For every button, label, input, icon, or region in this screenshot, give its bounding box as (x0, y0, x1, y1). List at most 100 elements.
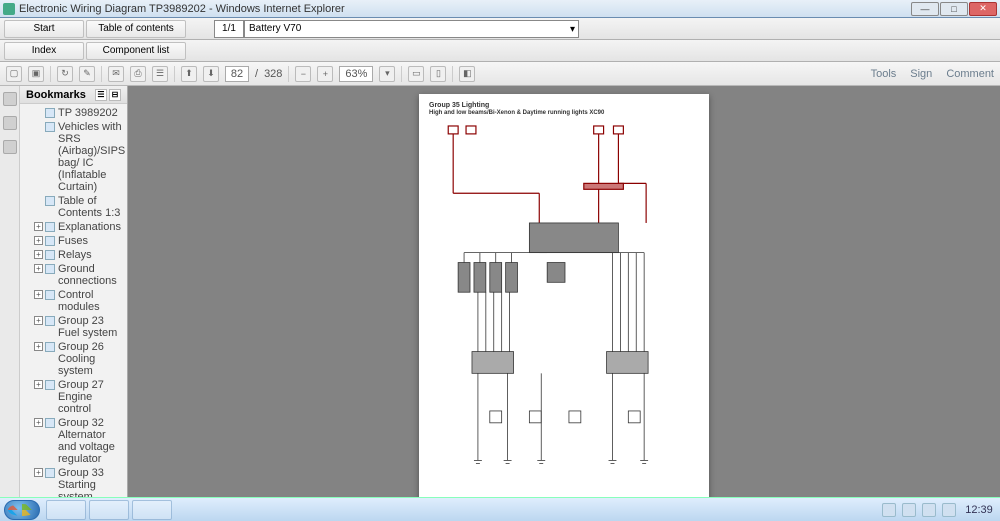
app-menubar-1: Start Table of contents 1/1 Battery V70 (0, 18, 1000, 40)
comment-link[interactable]: Comment (946, 68, 994, 80)
bookmark-item[interactable]: TP 3989202 (20, 106, 127, 120)
windows-taskbar: 12:39 (0, 497, 1000, 521)
bookmark-label: Table of Contents 1:3 (58, 195, 125, 219)
bookmark-icon (45, 122, 55, 132)
create-pdf-icon[interactable]: ✎ (79, 66, 95, 82)
bookmark-label: Vehicles with SRS (Airbag)/SIPS bag/ IC … (58, 121, 125, 193)
bookmark-icon (45, 290, 55, 300)
page-indicator: 1/1 (214, 20, 244, 38)
page-down-icon[interactable]: ⬇ (203, 66, 219, 82)
chevron-down-icon[interactable]: ▾ (379, 66, 395, 82)
bookmark-item[interactable]: +Group 33 Starting system (20, 466, 127, 497)
network-icon[interactable] (922, 503, 936, 517)
bookmark-icon[interactable]: ☰ (152, 66, 168, 82)
bookmark-item[interactable]: +Ground connections (20, 262, 127, 288)
bookmark-icon (45, 236, 55, 246)
expand-icon[interactable]: + (34, 264, 43, 273)
task-tile[interactable] (46, 500, 86, 520)
bookmark-label: Relays (58, 249, 125, 261)
options-icon[interactable]: ☰ (95, 89, 107, 101)
bookmark-label: Group 32 Alternator and voltage regulato… (58, 417, 125, 465)
current-page-input[interactable]: 82 (225, 66, 249, 82)
bookmark-label: Group 27 Engine control (58, 379, 125, 415)
pdf-page: Group 35 Lighting High and low beams/Bi-… (419, 94, 709, 497)
bookmark-item[interactable]: + Explanations (20, 220, 127, 234)
expand-icon[interactable]: + (34, 342, 43, 351)
email-icon[interactable]: ✉ (108, 66, 124, 82)
expand-icon[interactable]: + (34, 222, 43, 231)
index-button[interactable]: Index (4, 42, 84, 60)
zoom-input[interactable]: 63% (339, 66, 373, 82)
app-menubar-2: Index Component list (0, 40, 1000, 62)
expand-icon[interactable]: + (34, 418, 43, 427)
ie-favicon-icon (3, 3, 15, 15)
bookmark-icon (45, 380, 55, 390)
bookmark-icon (45, 250, 55, 260)
close-button[interactable]: ✕ (969, 2, 997, 16)
pdf-toolbar: ▢ ▣ ↻ ✎ ✉ ⎙ ☰ ⬆ ⬇ 82 / 328 − + 63% ▾ ▭ ▯… (0, 62, 1000, 86)
bookmarks-tab-icon[interactable] (3, 116, 17, 130)
zoom-out-icon[interactable]: − (295, 66, 311, 82)
bookmark-item[interactable]: + Control modules (20, 288, 127, 314)
bookmark-item[interactable]: + Relays (20, 248, 127, 262)
bookmark-label: Group 26 Cooling system (58, 341, 125, 377)
window-title: Electronic Wiring Diagram TP3989202 - Wi… (19, 3, 911, 15)
fit-page-icon[interactable]: ▭ (408, 66, 424, 82)
component-list-button[interactable]: Component list (86, 42, 186, 60)
window-titlebar: Electronic Wiring Diagram TP3989202 - Wi… (0, 0, 1000, 18)
expand-icon[interactable]: + (34, 468, 43, 477)
fit-width-icon[interactable]: ▯ (430, 66, 446, 82)
diagram-select[interactable]: Battery V70 (244, 20, 579, 38)
bookmark-icon (45, 196, 55, 206)
task-tile[interactable] (132, 500, 172, 520)
toc-button[interactable]: Table of contents (86, 20, 186, 38)
bookmark-item[interactable]: + Fuses (20, 234, 127, 248)
bookmark-label: Control modules (58, 289, 125, 313)
bookmark-label: Fuses (58, 235, 125, 247)
tray-icon[interactable] (902, 503, 916, 517)
document-area[interactable]: Group 35 Lighting High and low beams/Bi-… (128, 86, 1000, 497)
print-icon[interactable]: ⎙ (130, 66, 146, 82)
expand-icon[interactable]: + (34, 316, 43, 325)
taskbar-clock[interactable]: 12:39 (962, 504, 996, 516)
bookmark-label: TP 3989202 (58, 107, 125, 119)
bookmark-icon (45, 264, 55, 274)
sign-link[interactable]: Sign (910, 68, 932, 80)
bookmark-item[interactable]: + Group 23 Fuel system (20, 314, 127, 340)
bookmark-item[interactable]: + Group 26 Cooling system (20, 340, 127, 378)
bookmark-label: Explanations (58, 221, 125, 233)
open-icon[interactable]: ▣ (28, 66, 44, 82)
expand-icon[interactable]: + (34, 290, 43, 299)
bookmark-item[interactable]: Vehicles with SRS (Airbag)/SIPS bag/ IC … (20, 120, 127, 194)
bookmarks-header: Bookmarks (26, 89, 86, 101)
bookmark-label: Group 23 Fuel system (58, 315, 125, 339)
bookmark-item[interactable]: + Group 32 Alternator and voltage regulat… (20, 416, 127, 466)
bookmark-icon (45, 418, 55, 428)
start-button[interactable]: Start (4, 20, 84, 38)
bookmark-item[interactable]: Table of Contents 1:3 (20, 194, 127, 220)
expand-icon[interactable]: + (34, 380, 43, 389)
expand-icon[interactable]: + (34, 236, 43, 245)
start-orb-button[interactable] (4, 500, 40, 520)
page-up-icon[interactable]: ⬆ (181, 66, 197, 82)
task-tile[interactable] (89, 500, 129, 520)
thumbnails-tab-icon[interactable] (3, 92, 17, 106)
page-separator: / (255, 68, 258, 80)
collapse-icon[interactable]: ⊟ (109, 89, 121, 101)
save-icon[interactable]: ▢ (6, 66, 22, 82)
expand-icon[interactable]: + (34, 250, 43, 259)
convert-icon[interactable]: ↻ (57, 66, 73, 82)
maximize-button[interactable]: □ (940, 2, 968, 16)
bookmark-icon (45, 108, 55, 118)
page-heading-2: High and low beams/Bi-Xenon & Daytime ru… (429, 110, 699, 116)
zoom-in-icon[interactable]: + (317, 66, 333, 82)
bookmarks-sidebar: Bookmarks ☰ ⊟ TP 3989202 Vehicles with SR… (0, 86, 128, 497)
attachments-tab-icon[interactable] (3, 140, 17, 154)
tools-link[interactable]: Tools (871, 68, 897, 80)
tray-icon[interactable] (882, 503, 896, 517)
bookmark-item[interactable]: + Group 27 Engine control (20, 378, 127, 416)
volume-icon[interactable] (942, 503, 956, 517)
minimize-button[interactable]: — (911, 2, 939, 16)
read-mode-icon[interactable]: ◧ (459, 66, 475, 82)
bookmark-icon (45, 316, 55, 326)
